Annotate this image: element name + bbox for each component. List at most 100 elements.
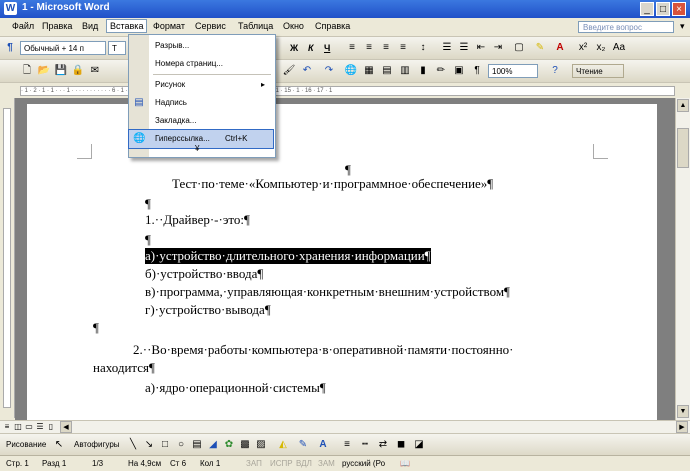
italic-button[interactable]: К [308,43,314,53]
menu-edit[interactable]: Правка [42,21,72,31]
menu-item-break[interactable]: Разрыв... [129,37,273,55]
bullets-icon[interactable]: ☰ [457,41,471,55]
clipart-icon[interactable]: ▩ [238,438,252,452]
draw-font-color-icon[interactable]: A [316,438,330,452]
status-track[interactable]: ИСПР [270,459,293,468]
outline-view-icon[interactable]: ☰ [35,421,45,433]
highlight-icon[interactable]: ✎ [533,41,547,55]
arrow-icon[interactable]: ↘ [142,438,156,452]
rectangle-icon[interactable]: □ [158,438,172,452]
zoom-select[interactable]: 100% [488,64,538,78]
word-app-icon[interactable]: W [4,2,17,15]
horizontal-ruler[interactable]: · 1 · 2 · 1 · 1 · · · 1 · · · · · · · · … [0,84,690,99]
status-extend[interactable]: ВДЛ [296,459,312,468]
insert-excel-icon[interactable]: ▥ [398,64,412,78]
menu-help[interactable]: Справка [315,21,350,31]
reading-mode-button[interactable]: Чтение [572,64,624,78]
menu-item-bookmark[interactable]: Закладка... [129,112,273,130]
doc-question-2-cont[interactable]: находится¶ [93,360,155,376]
scroll-right-icon[interactable]: ▶ [676,421,688,433]
doc-question-2[interactable]: 2.··Во·время·работы·компьютера·в·операти… [133,342,514,358]
menu-table[interactable]: Таблица [238,21,273,31]
format-painter-icon[interactable]: 🖌 [282,64,296,78]
web-layout-icon[interactable]: ◫ [13,421,23,433]
reading-view-icon[interactable]: ▯ [46,421,56,433]
3d-icon[interactable]: ◪ [412,438,426,452]
superscript-icon[interactable]: x² [576,41,590,55]
doc-line-9[interactable]: ¶ [93,320,99,336]
status-overtype[interactable]: ЗАМ [318,459,335,468]
doc-answer-2a[interactable]: а)·ядро·операционной·системы¶ [145,380,326,396]
save-icon[interactable]: 💾 [54,64,68,78]
line-icon[interactable]: ╲ [126,438,140,452]
menu-item-picture[interactable]: Рисунок ▸ [129,76,273,94]
doc-answer-a-selected[interactable]: а)·устройство·длительного·хранения·инфор… [145,248,431,264]
document-page[interactable]: ¶ Тест·по·теме·«Компьютер·и·программное·… [27,104,657,420]
menu-file[interactable]: Файл [12,21,34,31]
doc-answer-c[interactable]: в)·программа,·управляющая·конкретным·вне… [145,284,510,300]
menu-expand-chevron-icon[interactable]: ¥ [129,142,273,156]
increase-indent-icon[interactable]: ⇥ [491,41,505,55]
open-icon[interactable]: 📂 [37,64,51,78]
scroll-thumb[interactable] [677,128,689,168]
document-area[interactable]: ¶ Тест·по·теме·«Компьютер·и·программное·… [15,98,675,420]
insert-picture-icon[interactable]: ▨ [254,438,268,452]
menu-tools[interactable]: Сервис [195,21,226,31]
drawing-menu[interactable]: Рисование [6,440,46,449]
arrow-style-icon[interactable]: ⇄ [376,438,390,452]
numbering-icon[interactable]: ☰ [440,41,454,55]
line-style-icon[interactable]: ≡ [340,438,354,452]
tables-borders-icon[interactable]: ▦ [362,64,376,78]
columns-icon[interactable]: ▮ [416,64,430,78]
close-button[interactable]: × [672,2,686,16]
drawing-icon[interactable]: ✏ [434,64,448,78]
decrease-indent-icon[interactable]: ⇤ [474,41,488,55]
insert-table-icon[interactable]: ▤ [380,64,394,78]
menu-format[interactable]: Формат [153,21,185,31]
subscript-icon[interactable]: x₂ [594,41,608,55]
undo-icon[interactable]: ↶ [300,64,314,78]
justify-icon[interactable]: ≡ [396,41,410,55]
change-case-icon[interactable]: Aa [612,41,626,55]
new-document-icon[interactable]: 🗋 [20,64,34,78]
doc-answer-d[interactable]: г)·устройство·вывода¶ [145,302,271,318]
font-color-icon[interactable]: A [553,41,567,55]
style-select[interactable]: Обычный + 14 п [20,41,106,55]
doc-title[interactable]: Тест·по·теме·«Компьютер·и·программное·об… [172,176,493,192]
wordart-icon[interactable]: ◢ [206,438,220,452]
menu-insert[interactable]: Вставка [106,19,148,33]
redo-icon[interactable]: ↷ [322,64,336,78]
maximize-button[interactable]: □ [656,2,670,16]
align-right-icon[interactable]: ≡ [379,41,393,55]
print-layout-icon[interactable]: ▭ [24,421,34,433]
horizontal-scrollbar[interactable]: ≡ ◫ ▭ ☰ ▯ ◀ ▶ [0,420,690,434]
doc-line-2[interactable]: ¶ [145,196,151,212]
align-left-icon[interactable]: ≡ [345,41,359,55]
underline-button[interactable]: Ч [324,43,330,53]
doc-question-1[interactable]: 1.··Драйвер·-·это:¶ [145,212,250,228]
menu-item-page-numbers[interactable]: Номера страниц... [129,55,273,73]
minimize-button[interactable]: _ [640,2,654,16]
spelling-status-icon[interactable]: 📖 [400,459,410,468]
insert-hyperlink-icon[interactable]: 🌐 [344,64,358,78]
menu-view[interactable]: Вид [82,21,98,31]
shadow-icon[interactable]: ◼ [394,438,408,452]
dash-style-icon[interactable]: ┅ [358,438,372,452]
styles-pane-icon[interactable]: ¶ [3,41,17,55]
permission-icon[interactable]: 🔒 [71,64,85,78]
line-spacing-icon[interactable]: ↕ [416,41,430,55]
line-color-icon[interactable]: ✎ [296,438,310,452]
font-select[interactable]: Т [108,41,126,55]
help-icon[interactable]: ? [548,64,562,78]
select-objects-icon[interactable]: ↖ [52,438,66,452]
bold-button[interactable]: Ж [290,43,298,53]
diagram-icon[interactable]: ✿ [222,438,236,452]
menu-item-textbox[interactable]: ▤ Надпись [129,94,273,112]
help-dropdown-arrow-icon[interactable]: ▾ [680,21,685,32]
borders-icon[interactable]: ▢ [512,41,526,55]
scroll-up-icon[interactable]: ▲ [677,99,689,112]
vertical-ruler[interactable] [0,98,15,418]
status-record[interactable]: ЗАП [246,459,262,468]
doc-answer-b[interactable]: б)·устройство·ввода¶ [145,266,263,282]
doc-line-4[interactable]: ¶ [145,232,151,248]
